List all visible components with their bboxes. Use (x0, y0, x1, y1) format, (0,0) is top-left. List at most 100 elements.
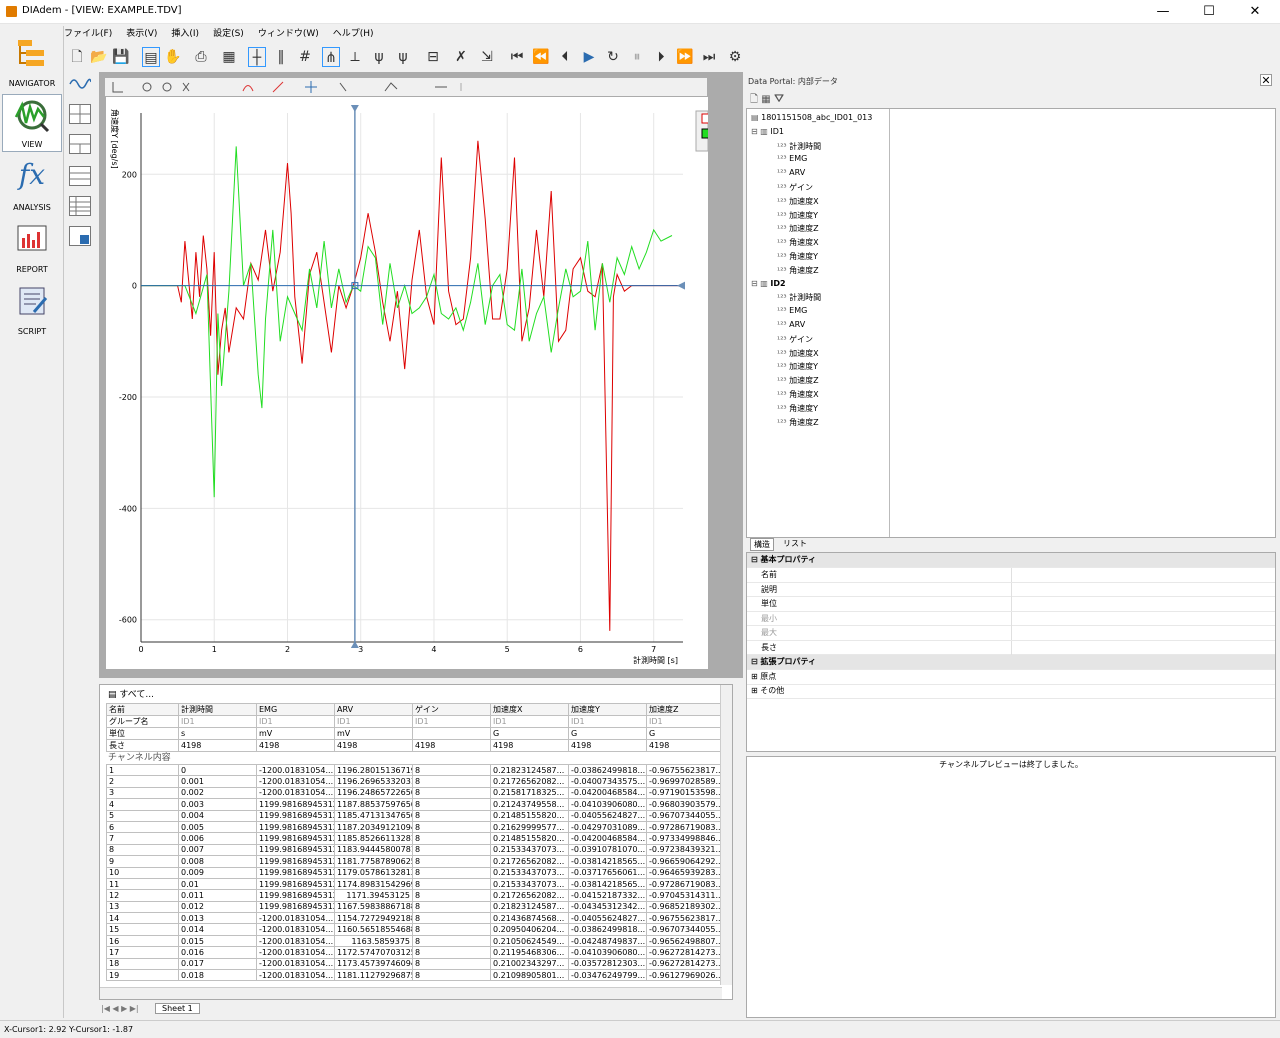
new-file-icon[interactable]: 🗋 (68, 47, 86, 67)
table-row[interactable]: 14 0.013 -1200.01831054... 1154.72729492188… (106, 912, 725, 925)
prop-origin[interactable]: ⊞ 原点 (747, 670, 1275, 685)
step-forward-icon[interactable]: ⏵ (652, 47, 670, 67)
table-cell[interactable]: 19 (106, 969, 179, 982)
column-header[interactable]: EMG (256, 703, 335, 716)
table-cell[interactable]: 8 (412, 900, 491, 914)
table-cell[interactable]: 18 (106, 957, 179, 971)
prop-row[interactable]: 名前 (747, 568, 1275, 583)
table-cell[interactable]: 0.21195468306... (490, 946, 569, 959)
table-cell[interactable]: 0.001 (178, 775, 257, 788)
table-cell[interactable]: -1200.01831054... (256, 923, 335, 936)
meta-cell[interactable]: ID1 (412, 715, 491, 728)
step-back-icon[interactable]: ⏴ (556, 47, 574, 67)
min-cursor-icon[interactable]: ψ (370, 47, 388, 67)
table-cell[interactable]: -0.96803903579... (646, 798, 725, 811)
tree-channel[interactable]: ¹²³ 角速度Y (777, 251, 818, 262)
table-cell[interactable]: -0.03862499818... (568, 923, 647, 936)
table-cell[interactable]: -1200.01831054... (256, 957, 335, 971)
meta-cell[interactable]: 単位 (106, 727, 179, 740)
table-cell[interactable]: 17 (106, 946, 179, 959)
table-cell[interactable]: 0.011 (178, 889, 257, 902)
table-cell[interactable]: 0.016 (178, 946, 257, 959)
menu-insert[interactable]: 挿入(I) (171, 26, 199, 39)
table-cell[interactable]: 1171.39453125 (334, 889, 413, 902)
column-header[interactable]: 加速度Z (646, 703, 725, 716)
table-cell[interactable]: -0.97334998846... (646, 832, 725, 845)
list-layout-icon[interactable] (69, 196, 91, 216)
table-row[interactable]: 18 0.017 -1200.01831054... 1173.45739746094… (106, 957, 725, 971)
table-cell[interactable]: 1199.98168945312 (256, 809, 335, 822)
table-cell[interactable]: 1183.94445800781 (334, 843, 413, 857)
maximize-button[interactable]: ☐ (1186, 0, 1232, 24)
table-cell[interactable]: 8 (412, 843, 491, 857)
table-cell[interactable]: -0.04248749837... (568, 934, 647, 948)
tree-channel[interactable]: ¹²³ 加速度Z (777, 223, 819, 234)
table-cell[interactable]: -0.97190153598... (646, 786, 725, 800)
meta-cell[interactable]: mV (256, 727, 335, 740)
table-row[interactable]: 13 0.012 1199.98168945312 1167.59838867188 8… (106, 900, 725, 914)
table-cell[interactable]: -0.03910781070... (568, 843, 647, 857)
table-cell[interactable]: 0.009 (178, 866, 257, 879)
tree-channel[interactable]: ¹²³ EMG (777, 306, 807, 315)
skip-end-icon[interactable]: ⏭ (700, 47, 718, 67)
table-cell[interactable]: 1167.59838867188 (334, 900, 413, 914)
table-cell[interactable]: 0.008 (178, 855, 257, 868)
table-cell[interactable]: 8 (412, 809, 491, 822)
table-row[interactable]: 15 0.014 -1200.01831054... 1160.56518554688… (106, 923, 725, 936)
table-cell[interactable]: -1200.01831054... (256, 775, 335, 788)
table-cell[interactable]: -0.96852189302... (646, 900, 725, 914)
grid-cursor-icon[interactable]: # (296, 47, 314, 67)
portal-toolbar-icons[interactable]: 🗋 ▦ ⛛ (750, 92, 784, 109)
tree-channel[interactable]: ¹²³ 角速度X (777, 237, 819, 248)
table-cell[interactable]: 4 (106, 798, 179, 811)
table-cell[interactable]: 1187.20349121094 (334, 820, 413, 834)
frame-icon[interactable]: ⊟ (424, 47, 442, 67)
table-cell[interactable]: 1 (106, 763, 179, 777)
table-cell[interactable]: 0.015 (178, 934, 257, 948)
table-cell[interactable]: 0.018 (178, 969, 257, 982)
table-cell[interactable]: 0.21436874568... (490, 912, 569, 925)
table-cell[interactable]: 8 (412, 957, 491, 971)
data-portal-tree[interactable]: ▤ 1801151508_abc_ID01_013 ⊟ ▥ ID1 ¹²³ 計測時間… (746, 108, 1276, 538)
chart-legend[interactable] (695, 110, 708, 152)
settings-icon[interactable]: ⚙ (726, 47, 744, 67)
delete-cursor-icon[interactable]: ✗ (452, 47, 470, 67)
menu-file[interactable]: ファイル(F) (64, 26, 112, 39)
table-cell[interactable]: -1200.01831054... (256, 912, 335, 925)
menu-view[interactable]: 表示(V) (126, 26, 157, 39)
table-row[interactable]: 7 0.006 1199.98168945312 1185.85266113281 8 0… (106, 832, 725, 845)
table-cell[interactable]: 0.21726562082... (490, 775, 569, 788)
tree-group[interactable]: ⊟ ▥ ID2 (751, 279, 786, 288)
open-folder-icon[interactable]: 📂 (90, 47, 108, 67)
meta-cell[interactable]: ID1 (490, 715, 569, 728)
curve-icon[interactable] (69, 74, 92, 94)
table-cell[interactable]: 15 (106, 923, 179, 936)
table-cell[interactable]: 0.21726562082... (490, 889, 569, 902)
table-cell[interactable]: 0.21581718325... (490, 786, 569, 800)
table-cell[interactable]: -0.03476249799... (568, 969, 647, 982)
table-row[interactable]: 12 0.011 1199.98168945312 1171.39453125 8 0.2… (106, 889, 725, 902)
table-cell[interactable]: 0.20950406204... (490, 923, 569, 936)
meta-cell[interactable]: ID1 (646, 715, 725, 728)
table-cell[interactable]: 8 (412, 934, 491, 948)
table-row[interactable]: 19 0.018 -1200.01831054... 1181.11279296875… (106, 969, 725, 982)
table-cell[interactable]: 8 (412, 786, 491, 800)
column-header[interactable]: 計測時間 (178, 703, 257, 716)
table-cell[interactable]: 8 (412, 855, 491, 868)
nav-script[interactable]: SCRIPT (2, 280, 62, 338)
table-cell[interactable]: 8 (412, 923, 491, 936)
table-cell[interactable]: -0.96707344055... (646, 923, 725, 936)
table-cell[interactable]: 1187.88537597656 (334, 798, 413, 811)
table-cell[interactable]: 0.21726562082... (490, 855, 569, 868)
tree-channel[interactable]: ¹²³ 角速度Z (777, 265, 819, 276)
table-cell[interactable]: 0.21823124587... (490, 900, 569, 914)
table-cell[interactable]: 0.004 (178, 809, 257, 822)
legend-green-swatch[interactable] (701, 128, 708, 139)
print-icon[interactable]: ⎙ (192, 47, 210, 67)
band-cursor-icon[interactable]: ‖ (272, 47, 290, 67)
all-channels-selector[interactable]: ▤ すべて... (108, 687, 154, 700)
table-cell[interactable]: -0.03572812303... (568, 957, 647, 971)
meta-cell[interactable]: ID1 (334, 715, 413, 728)
table-cell[interactable]: 0.013 (178, 912, 257, 925)
table-cell[interactable]: 6 (106, 820, 179, 834)
